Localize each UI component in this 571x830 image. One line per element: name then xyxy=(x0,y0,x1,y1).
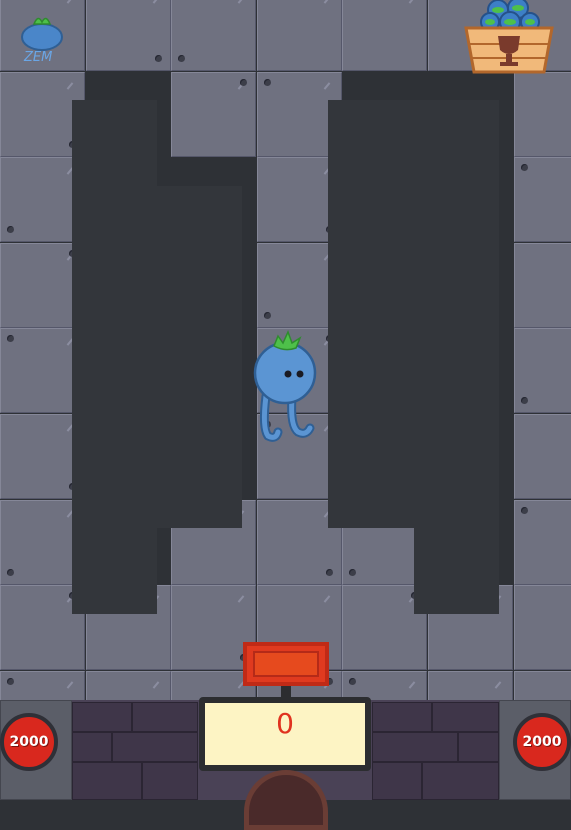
tile-rivet xyxy=(349,569,356,576)
floor-tile xyxy=(342,0,427,71)
trophy-basket-icon xyxy=(464,0,554,74)
tile-rivet xyxy=(155,55,162,62)
tile-scratch xyxy=(152,681,160,689)
floor-brick xyxy=(458,732,499,762)
floor-brick xyxy=(142,762,198,800)
counter-value: 0 xyxy=(276,707,294,740)
floor-brick xyxy=(432,702,499,732)
tile-rivet xyxy=(521,164,528,171)
floor-brick xyxy=(372,762,422,800)
floor-brick xyxy=(372,702,432,732)
tile-rivet xyxy=(521,397,528,404)
tile-rivet xyxy=(326,569,333,576)
tile-rivet xyxy=(7,569,14,576)
floor-tile xyxy=(257,0,342,71)
tile-rivet xyxy=(521,507,528,514)
blueberry-icon xyxy=(21,17,63,51)
tile-rivet xyxy=(264,79,271,86)
tile-scratch xyxy=(66,82,74,90)
tile-scratch xyxy=(408,681,416,689)
tile-rivet xyxy=(7,335,14,342)
floor-tile xyxy=(514,500,571,585)
floor-tile xyxy=(171,72,256,157)
red-sign-panel xyxy=(253,651,319,677)
floor-tile xyxy=(514,328,571,413)
tile-scratch xyxy=(66,681,74,689)
tile-scratch xyxy=(323,82,331,90)
tile-rivet xyxy=(240,79,247,86)
tile-scratch xyxy=(494,681,502,689)
floor-tile xyxy=(514,414,571,499)
tile-scratch xyxy=(66,0,74,4)
floor-brick xyxy=(372,732,458,762)
floor-tile xyxy=(171,0,256,71)
trophy-basket[interactable] xyxy=(462,0,556,80)
tile-rivet xyxy=(349,678,356,685)
floor-tile xyxy=(514,585,571,670)
pit-left xyxy=(72,100,157,614)
pit-right-lower xyxy=(414,528,499,614)
player-name: ZEM xyxy=(24,50,53,65)
floor-brick xyxy=(112,732,198,762)
tile-scratch xyxy=(323,595,331,603)
tile-scratch xyxy=(323,0,331,4)
floor-brick xyxy=(132,702,198,732)
left-2000-label: 2000 xyxy=(9,734,49,750)
player-avatar[interactable]: ZEM xyxy=(16,10,70,70)
tile-scratch xyxy=(408,0,416,4)
tile-scratch xyxy=(152,0,160,4)
floor-tile xyxy=(514,72,571,157)
tile-scratch xyxy=(237,0,245,4)
right-2000-button[interactable]: 2000 xyxy=(513,713,571,771)
blueberry-character-icon xyxy=(253,330,317,442)
floor-tile xyxy=(514,243,571,328)
floor-tile xyxy=(514,157,571,242)
floor-brick xyxy=(72,762,142,800)
pit-right xyxy=(328,100,499,528)
tile-rivet xyxy=(7,678,14,685)
tile-rivet xyxy=(7,226,14,233)
counter-screen: 0 xyxy=(205,703,365,765)
right-2000-label: 2000 xyxy=(522,734,562,750)
tile-scratch xyxy=(237,595,245,603)
floor-brick xyxy=(72,732,112,762)
floor-brick xyxy=(72,702,132,732)
tile-rivet xyxy=(264,312,271,319)
floor-brick xyxy=(422,762,499,800)
tile-rivet xyxy=(178,55,185,62)
player-character xyxy=(248,328,324,442)
pit-left-lower xyxy=(157,186,242,528)
red-sign xyxy=(243,642,329,686)
left-2000-button[interactable]: 2000 xyxy=(0,713,58,771)
floor-tile xyxy=(86,0,171,71)
counter-display: 0 xyxy=(199,697,371,771)
